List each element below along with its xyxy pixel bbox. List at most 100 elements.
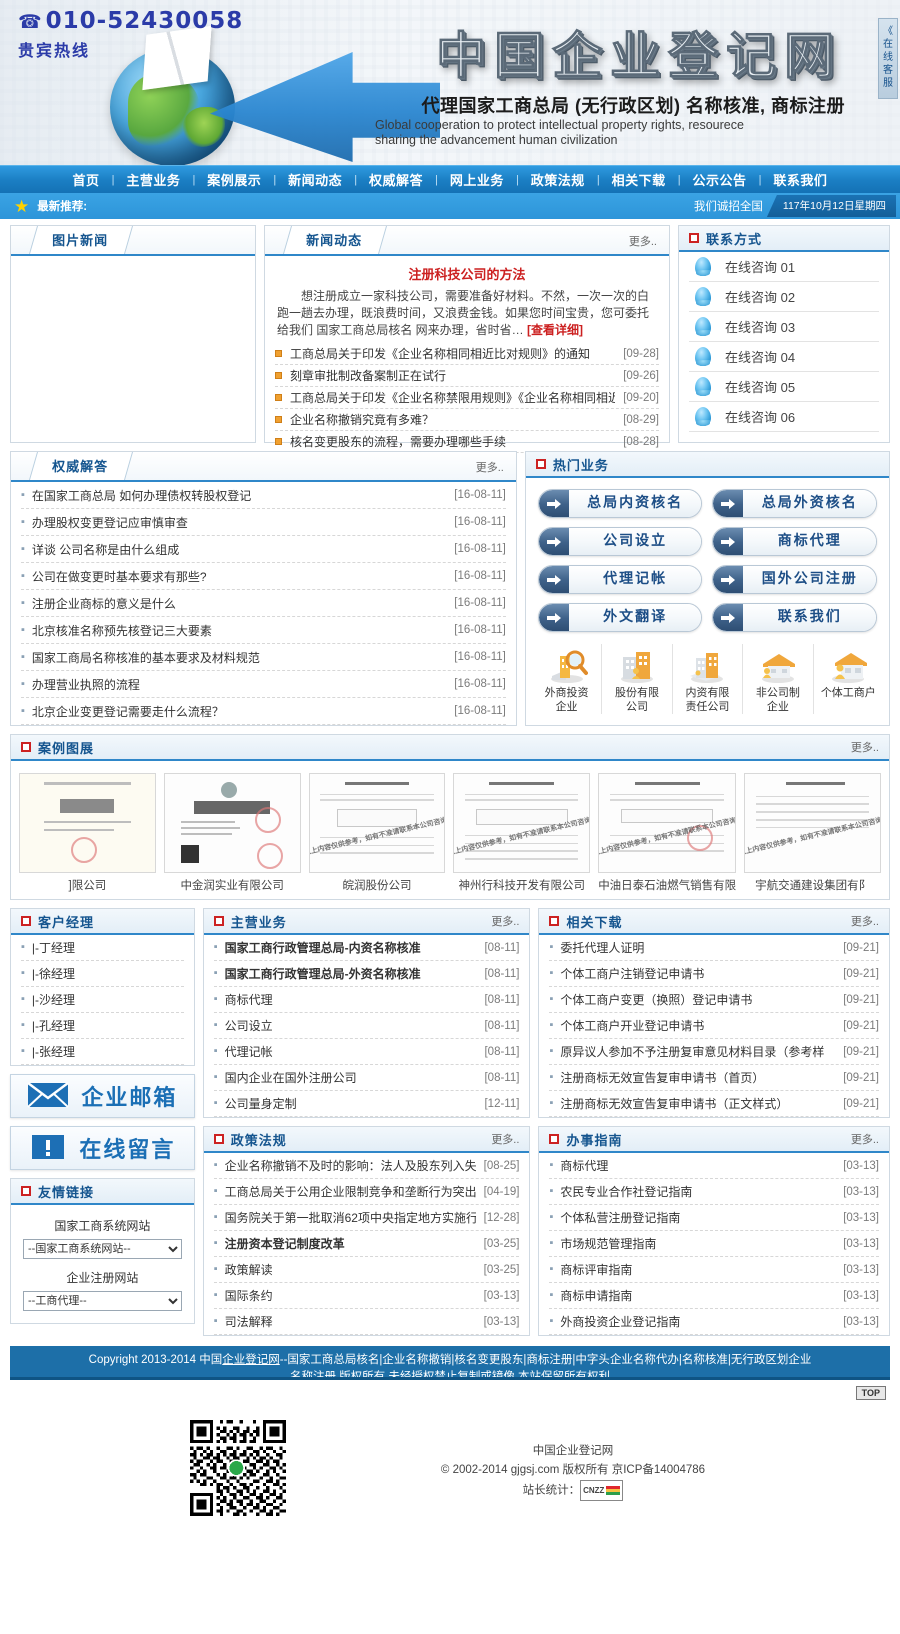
download-link[interactable]: 个体工商户开业登记申请书 [560, 1017, 835, 1034]
policy-link[interactable]: 国际条约 [225, 1287, 476, 1304]
list-item[interactable]: ▪ 市场规范管理指南 [03-13] [549, 1231, 879, 1257]
qa-item-link[interactable]: 国家工商局名称核准的基本要求及材料规范 [32, 649, 446, 666]
list-item[interactable]: ▪ |-沙经理 [21, 987, 184, 1013]
main-business-link[interactable]: 代理记帐 [225, 1043, 477, 1060]
guide-link[interactable]: 外商投资企业登记指南 [560, 1313, 835, 1330]
list-item[interactable]: ▪ 农民专业合作社登记指南 [03-13] [549, 1179, 879, 1205]
news-detail-link[interactable]: [查看详细] [527, 323, 583, 337]
list-item[interactable]: ▪ 详谈 公司名称是由什么组成 [16-08-11] [21, 536, 506, 563]
guide-link[interactable]: 商标代理 [560, 1157, 835, 1174]
list-item[interactable]: ▪ 国际条约 [03-13] [213, 1283, 520, 1309]
list-item[interactable]: ▪ 原异议人参加不予注册复审意见材料目录（参考样 [09-21] [549, 1039, 879, 1065]
list-item[interactable]: ▪ 企业名称撤销不及时的影响：法人及股东列入失信 [08-25] [213, 1153, 520, 1179]
contact-item-link[interactable]: 在线咨询 06 [725, 407, 795, 426]
list-item[interactable]: 工商总局关于印发《企业名称禁限用规则》《企业名称相同相近 [09-20] [275, 387, 659, 409]
downloads-more-link[interactable]: 更多.. [851, 913, 879, 929]
online-message-button[interactable]: 在线留言 [10, 1126, 195, 1170]
nav-item-downloads[interactable]: 相关下载 [600, 170, 678, 189]
download-link[interactable]: 原异议人参加不予注册复审意见材料目录（参考样 [560, 1043, 835, 1060]
download-link[interactable]: 注册商标无效宣告复审申请书（正文样式） [560, 1095, 835, 1112]
entity-individual-business[interactable]: 个体工商户 [814, 644, 883, 714]
nav-item-contact[interactable]: 联系我们 [761, 170, 839, 189]
list-item[interactable]: 在线咨询 02 [689, 282, 879, 312]
contact-item-link[interactable]: 在线咨询 01 [725, 257, 795, 276]
list-item[interactable]: ▪ 注册资本登记制度改革 [03-25] [213, 1231, 520, 1257]
main-business-link[interactable]: 国家工商行政管理总局-外资名称核准 [225, 965, 477, 982]
list-item[interactable]: ▪ |-丁经理 [21, 935, 184, 961]
guide-link[interactable]: 个体私营注册登记指南 [560, 1209, 835, 1226]
nav-item-online[interactable]: 网上业务 [438, 170, 516, 189]
list-item[interactable]: ▪ 国家工商行政管理总局-外资名称核准 [08-11] [213, 961, 520, 987]
list-item[interactable]: ▪ 个体私营注册登记指南 [03-13] [549, 1205, 879, 1231]
qa-item-link[interactable]: 详谈 公司名称是由什么组成 [32, 541, 446, 558]
guide-link[interactable]: 商标评审指南 [560, 1261, 835, 1278]
news-item-link[interactable]: 企业名称撤销究竟有多难？ [290, 411, 615, 428]
entity-joint-stock[interactable]: 股份有限 公司 [602, 644, 673, 714]
manager-link[interactable]: |-沙经理 [32, 991, 184, 1008]
guide-link[interactable]: 市场规范管理指南 [560, 1235, 835, 1252]
policy-link[interactable]: 企业名称撤销不及时的影响：法人及股东列入失信 [225, 1157, 476, 1174]
qa-item-link[interactable]: 北京核准名称预先核登记三大要素 [32, 622, 446, 639]
qa-item-link[interactable]: 注册企业商标的意义是什么 [32, 595, 446, 612]
list-item[interactable]: ▪ 商标代理 [03-13] [549, 1153, 879, 1179]
news-item-link[interactable]: 核名变更股东的流程，需要办理哪些手续 [290, 433, 615, 450]
list-item[interactable]: 在线咨询 01 [689, 252, 879, 282]
download-link[interactable]: 个体工商户变更（换照）登记申请书 [560, 991, 835, 1008]
list-item[interactable]: ▪ 商标代理 [08-11] [213, 987, 520, 1013]
contact-item-link[interactable]: 在线咨询 03 [725, 317, 795, 336]
policy-link[interactable]: 工商总局关于公用企业限制竞争和垄断行为突出问 [225, 1183, 476, 1200]
contact-item-link[interactable]: 在线咨询 04 [725, 347, 795, 366]
list-item[interactable]: ▪ 政策解读 [03-25] [213, 1257, 520, 1283]
nav-item-policy[interactable]: 政策法规 [519, 170, 597, 189]
news-headline[interactable]: 注册科技公司的方法 [265, 256, 669, 288]
qa-item-link[interactable]: 公司在做变更时基本要求有那些? [32, 568, 446, 585]
entity-domestic-llc[interactable]: 内资有限 责任公司 [673, 644, 744, 714]
online-service-tab[interactable]: 《 在线客服 [878, 18, 898, 99]
manager-link[interactable]: |-徐经理 [32, 965, 184, 982]
list-item[interactable]: ▪ 北京核准名称预先核登记三大要素 [16-08-11] [21, 617, 506, 644]
list-item[interactable]: ▪ 个体工商户变更（换照）登记申请书 [09-21] [549, 987, 879, 1013]
copyright-site-link[interactable]: 企业登记网 [222, 1354, 280, 1366]
policy-link[interactable]: 注册资本登记制度改革 [225, 1235, 476, 1252]
guide-link[interactable]: 农民专业合作社登记指南 [560, 1183, 835, 1200]
entity-non-corporate[interactable]: 非公司制 企业 [743, 644, 814, 714]
nav-item-qa[interactable]: 权威解答 [357, 170, 435, 189]
picture-news-tab[interactable]: 图片新闻 [28, 226, 134, 254]
list-item[interactable]: 在线咨询 06 [689, 402, 879, 432]
list-item[interactable]: ▪ 公司在做变更时基本要求有那些? [16-08-11] [21, 563, 506, 590]
policy-link[interactable]: 政策解读 [225, 1261, 476, 1278]
main-business-link[interactable]: 公司设立 [225, 1017, 477, 1034]
list-item[interactable]: ▪ 商标评审指南 [03-13] [549, 1257, 879, 1283]
case-item[interactable]: 以上内容仅供参考，如有不准请联系本公司咨询办理！ 神州行科技开发有限公司 [453, 773, 591, 893]
list-item[interactable]: ▪ |-徐经理 [21, 961, 184, 987]
list-item[interactable]: ▪ 公司量身定制 [12-11] [213, 1091, 520, 1117]
list-item[interactable]: ▪ |-孔经理 [21, 1013, 184, 1039]
manager-link[interactable]: |-孔经理 [32, 1017, 184, 1034]
case-thumbnail[interactable] [19, 773, 156, 873]
list-item[interactable]: 在线咨询 04 [689, 342, 879, 372]
hot-button-overseas-registration[interactable]: 国外公司注册 [712, 565, 877, 594]
nav-item-business[interactable]: 主营业务 [114, 170, 192, 189]
qa-more-link[interactable]: 更多.. [476, 459, 504, 475]
list-item[interactable]: 企业名称撤销究竟有多难？ [08-29] [275, 409, 659, 431]
news-more-link[interactable]: 更多.. [629, 233, 657, 249]
policy-link[interactable]: 国务院关于第一批取消62项中央指定地方实施行政 [225, 1209, 476, 1226]
list-item[interactable]: ▪ 北京企业变更登记需要走什么流程？ [16-08-11] [21, 698, 506, 725]
list-item[interactable]: ▪ 注册企业商标的意义是什么 [16-08-11] [21, 590, 506, 617]
news-item-link[interactable]: 工商总局关于印发《企业名称禁限用规则》《企业名称相同相近 [290, 389, 615, 406]
nav-item-notices[interactable]: 公示公告 [681, 170, 759, 189]
list-item[interactable]: ▪ 办理营业执照的流程 [16-08-11] [21, 671, 506, 698]
list-item[interactable]: ▪ 商标申请指南 [03-13] [549, 1283, 879, 1309]
download-link[interactable]: 委托代理人证明 [560, 939, 835, 956]
hot-button-contact-us[interactable]: 联系我们 [712, 603, 877, 632]
qa-item-link[interactable]: 北京企业变更登记需要走什么流程？ [32, 703, 446, 720]
list-item[interactable]: 刻章审批制改备案制正在试行 [09-26] [275, 365, 659, 387]
manager-link[interactable]: |-张经理 [32, 1043, 184, 1060]
hot-button-company-setup[interactable]: 公司设立 [537, 527, 703, 556]
manager-link[interactable]: |-丁经理 [32, 939, 184, 956]
contact-item-link[interactable]: 在线咨询 05 [725, 377, 795, 396]
main-business-link[interactable]: 国家工商行政管理总局-内资名称核准 [225, 939, 477, 956]
hot-button-trademark-agency[interactable]: 商标代理 [712, 527, 877, 556]
list-item[interactable]: ▪ 国家工商局名称核准的基本要求及材料规范 [16-08-11] [21, 644, 506, 671]
news-tab[interactable]: 新闻动态 [282, 226, 388, 254]
